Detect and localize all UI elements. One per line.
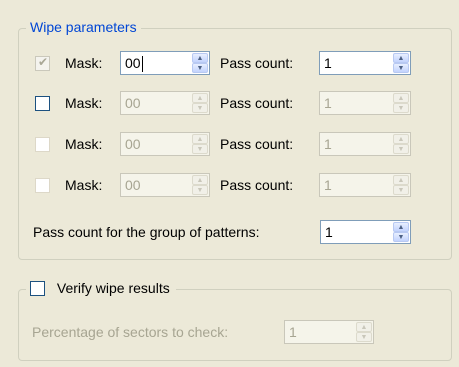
mask-checkbox-1[interactable]: ✔ (35, 55, 50, 71)
spin-up-arrow-icon[interactable]: ▲ (393, 53, 409, 63)
spin-up-arrow-icon[interactable]: ▲ (393, 222, 409, 232)
mask-label-2: Mask: (65, 95, 103, 111)
mask-spinner-2[interactable]: 00 ▲ ▼ (120, 91, 210, 115)
verify-legend: Verify wipe results (26, 279, 176, 297)
spin-down-arrow-icon[interactable]: ▼ (393, 63, 409, 73)
group-pass-count-spinner[interactable]: 1 ▲ ▼ (320, 220, 411, 244)
mask-label-1: Mask: (65, 55, 103, 71)
mask-value-1[interactable]: 00 (125, 55, 141, 71)
pass-count-value-1[interactable]: 1 (324, 55, 332, 71)
mask-checkbox-3[interactable] (35, 137, 50, 152)
mask-spinner-3[interactable]: 00 ▲ ▼ (120, 132, 210, 156)
mask-checkbox-4[interactable] (35, 178, 50, 193)
pass-count-spinner-3[interactable]: 1 ▲ ▼ (319, 132, 411, 156)
mask-spinner-1[interactable]: 00 ▲ ▼ (120, 51, 210, 75)
mask-value-4[interactable]: 00 (125, 177, 141, 193)
group-pass-count-value[interactable]: 1 (325, 224, 333, 240)
wipe-parameters-title: Wipe parameters (26, 19, 141, 35)
spin-down-arrow-icon[interactable]: ▼ (356, 332, 372, 342)
spin-down-arrow-icon[interactable]: ▼ (192, 144, 208, 154)
spin-up-arrow-icon[interactable]: ▲ (393, 175, 409, 185)
mask-checkbox-2[interactable] (35, 96, 50, 111)
spin-down-arrow-icon[interactable]: ▼ (192, 63, 208, 73)
mask-value-3[interactable]: 00 (125, 136, 141, 152)
mask-label-3: Mask: (65, 136, 103, 152)
pass-count-label-3: Pass count: (220, 136, 294, 152)
spin-down-arrow-icon[interactable]: ▼ (393, 103, 409, 113)
pass-count-label-4: Pass count: (220, 177, 294, 193)
spin-down-arrow-icon[interactable]: ▼ (192, 185, 208, 195)
percentage-label: Percentage of sectors to check: (32, 324, 229, 340)
spin-up-arrow-icon[interactable]: ▲ (192, 175, 208, 185)
mask-spinner-4[interactable]: 00 ▲ ▼ (120, 173, 210, 197)
pass-count-label-2: Pass count: (220, 95, 294, 111)
mask-value-2[interactable]: 00 (125, 95, 141, 111)
pass-count-label-1: Pass count: (220, 55, 294, 71)
verify-checkbox[interactable] (30, 280, 45, 296)
spin-down-arrow-icon[interactable]: ▼ (393, 232, 409, 242)
checkmark-icon: ✔ (38, 55, 49, 69)
spin-down-arrow-icon[interactable]: ▼ (393, 185, 409, 195)
pass-count-spinner-2[interactable]: 1 ▲ ▼ (319, 91, 411, 115)
verify-checkbox-label[interactable]: Verify wipe results (57, 280, 170, 296)
mask-label-4: Mask: (65, 177, 103, 193)
group-pass-count-label: Pass count for the group of patterns: (33, 224, 260, 240)
pass-count-value-4[interactable]: 1 (324, 177, 332, 193)
pass-count-spinner-1[interactable]: 1 ▲ ▼ (319, 51, 411, 75)
spin-up-arrow-icon[interactable]: ▲ (192, 93, 208, 103)
spin-down-arrow-icon[interactable]: ▼ (393, 144, 409, 154)
spin-up-arrow-icon[interactable]: ▲ (393, 134, 409, 144)
spin-up-arrow-icon[interactable]: ▲ (192, 134, 208, 144)
spin-down-arrow-icon[interactable]: ▼ (192, 103, 208, 113)
spin-up-arrow-icon[interactable]: ▲ (192, 53, 208, 63)
pass-count-value-3[interactable]: 1 (324, 136, 332, 152)
percentage-value[interactable]: 1 (289, 324, 297, 340)
spin-up-arrow-icon[interactable]: ▲ (356, 322, 372, 332)
percentage-spinner[interactable]: 1 ▲ ▼ (284, 320, 374, 344)
pass-count-value-2[interactable]: 1 (324, 95, 332, 111)
spin-up-arrow-icon[interactable]: ▲ (393, 93, 409, 103)
pass-count-spinner-4[interactable]: 1 ▲ ▼ (319, 173, 411, 197)
